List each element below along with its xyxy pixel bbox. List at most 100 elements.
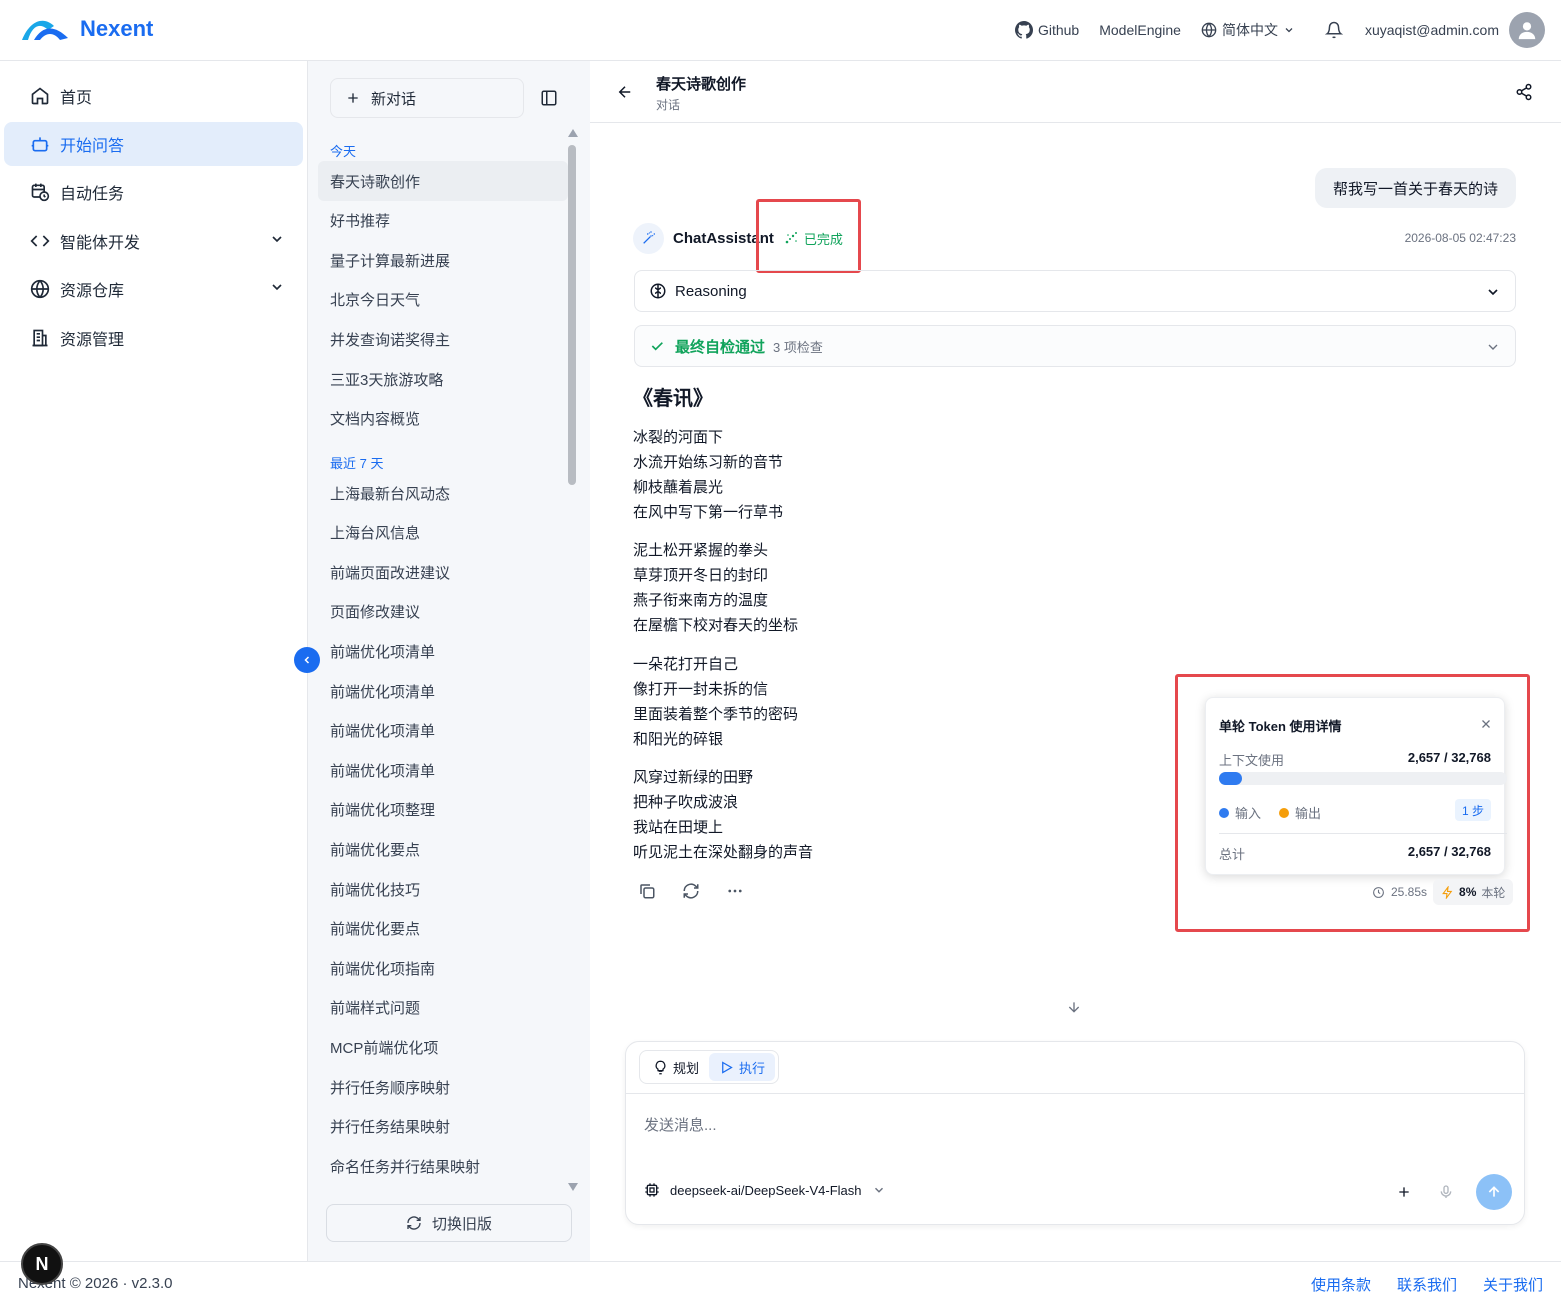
conversation-item[interactable]: 三亚3天旅游攻略 [318,359,568,399]
plan-mode-button[interactable]: 规划 [643,1053,709,1081]
mode-switch: 规划 执行 [639,1050,780,1084]
conversation-item[interactable]: 前端优化项清单 [318,750,568,790]
modelengine-link[interactable]: ModelEngine [1099,22,1181,38]
scrollbar-thumb[interactable] [568,145,576,485]
scroll-down-arrow[interactable] [568,1183,578,1191]
voice-button[interactable] [1438,1184,1454,1200]
user-email[interactable]: xuyaqist@admin.com [1365,22,1499,38]
conversation-item[interactable]: 前端页面改进建议 [318,552,568,592]
conversation-item[interactable]: MCP前端优化项 [318,1027,568,1067]
sidebar-item-home[interactable]: 首页 [4,74,303,118]
sidebar-item-chat[interactable]: 开始问答 [4,122,303,166]
sidebar-item-tasks[interactable]: 自动任务 [4,170,303,214]
message-input[interactable] [644,1112,1494,1138]
more-horizontal-icon [728,889,742,893]
poem-stanza: 风穿过新绿的田野 把种子吹成波浪 我站在田埂上 听见泥土在深处翻身的声音 [633,765,813,865]
model-selector[interactable]: deepseek-ai/DeepSeek-V4-Flash [644,1182,886,1198]
chat-subtitle: 对话 [656,98,681,112]
conversation-item[interactable]: 并发查询诺奖得主 [318,319,568,359]
share-button[interactable] [1515,83,1533,101]
nexent-logo-icon [22,20,68,40]
more-button[interactable] [726,882,744,900]
conversation-item[interactable]: 前端优化项指南 [318,948,568,988]
conversation-item[interactable]: 量子计算最新进展 [318,240,568,280]
attach-button[interactable] [1396,1184,1412,1200]
execute-label: 执行 [739,1060,766,1076]
app-name: Nexent [80,16,154,41]
message-composer: 规划 执行 deepseek-ai/DeepSeek-V4-Flash [625,1041,1525,1225]
conversation-item[interactable]: 前端优化技巧 [318,869,568,909]
new-chat-label: 新对话 [371,90,417,108]
conversation-item[interactable]: 前端样式问题 [318,988,568,1028]
share-icon [1516,83,1532,101]
poem-line: 泥土松开紧握的拳头 [633,542,769,559]
execute-mode-button[interactable]: 执行 [709,1053,776,1081]
poem-line: 把种子吹成波浪 [633,794,739,811]
self-check-panel[interactable]: 最终自检通过 3 项检查 [634,325,1516,367]
reasoning-panel[interactable]: Reasoning [634,270,1516,312]
conversation-item[interactable]: 前端优化要点 [318,829,568,869]
top-bar: Nexent Github ModelEngine 简体中文 xuyaqist@… [0,0,1561,61]
globe-icon [30,279,50,299]
sidebar-item-agent-dev[interactable]: 智能体开发 [4,219,303,263]
user-message-bubble: 帮我写一首关于春天的诗 [1314,168,1516,208]
regenerate-button[interactable] [682,882,700,900]
sidebar-panel-icon [541,90,557,106]
conversation-item[interactable]: 前端优化项清单 [318,671,568,711]
conversation-item[interactable]: 前端优化项整理 [318,790,568,830]
scroll-to-bottom-button[interactable] [1066,999,1082,1015]
language-label: 简体中文 [1221,22,1278,38]
poem-line: 在屋檐下校对春天的坐标 [633,617,799,634]
copy-button[interactable] [638,882,656,900]
contact-link[interactable]: 联系我们 [1397,1274,1457,1295]
language-selector[interactable]: 简体中文 [1201,20,1295,40]
chat-title: 春天诗歌创作 [656,76,747,93]
conversation-item[interactable]: 文档内容概览 [318,399,568,439]
plus-icon [1399,1187,1409,1197]
modelengine-label: ModelEngine [1099,22,1181,38]
conversation-item[interactable]: 好书推荐 [318,201,568,241]
poem-stanza: 冰裂的河面下 水流开始练习新的音节 柳枝蘸着晨光 在风中写下第一行草书 [633,425,783,525]
sidebar-item-management[interactable]: 资源管理 [4,316,303,360]
user-icon [1518,22,1536,40]
building-icon [32,329,48,347]
sidebar-item-resources[interactable]: 资源仓库 [4,267,303,311]
conversation-item[interactable]: 命名任务并行结果映射 [318,1146,568,1186]
app-logo[interactable]: Nexent [20,14,153,44]
poem-line: 燕子衔来南方的温度 [633,592,769,609]
conversation-item[interactable]: 北京今日天气 [318,280,568,320]
user-avatar[interactable] [1509,12,1545,48]
poem-line: 冰裂的河面下 [633,429,724,446]
github-link[interactable]: Github [1014,21,1079,39]
switch-old-version-button[interactable]: 切换旧版 [326,1204,572,1242]
sidebar-item-label: 首页 [60,90,93,107]
chat-header: 春天诗歌创作 对话 [590,61,1561,123]
nextjs-dev-badge[interactable]: N [21,1243,63,1285]
conversation-item[interactable]: 页面修改建议 [318,592,568,632]
send-button[interactable] [1476,1174,1512,1210]
toggle-sidebar-button[interactable] [540,89,558,107]
collapse-panel-button[interactable] [294,647,320,673]
check-icon [651,342,663,351]
conversation-item[interactable]: 前端优化项清单 [318,711,568,751]
about-link[interactable]: 关于我们 [1483,1274,1543,1295]
brain-icon [650,283,666,299]
conversation-item[interactable]: 春天诗歌创作 [318,161,568,201]
composer-divider [626,1093,1524,1094]
conversation-item[interactable]: 并行任务结果映射 [318,1107,568,1147]
new-chat-button[interactable]: 新对话 [330,78,524,118]
conversation-item[interactable]: 前端优化要点 [318,909,568,949]
terms-link[interactable]: 使用条款 [1311,1274,1371,1295]
conversation-item[interactable]: 上海最新台风动态 [318,473,568,513]
message-timestamp: 2026-08-05 02:47:23 [1404,231,1516,245]
highlight-status-box [756,199,861,273]
copy-icon [640,884,655,899]
conversation-item[interactable]: 并行任务顺序映射 [318,1067,568,1107]
poem-line: 里面装着整个季节的密码 [633,706,799,723]
back-button[interactable] [616,83,634,101]
conversation-item[interactable]: 上海台风信息 [318,513,568,553]
scroll-up-arrow[interactable] [568,129,578,137]
conversation-item[interactable]: 前端优化项清单 [318,631,568,671]
notification-button[interactable] [1324,21,1343,39]
user-email-label: xuyaqist@admin.com [1364,22,1499,38]
